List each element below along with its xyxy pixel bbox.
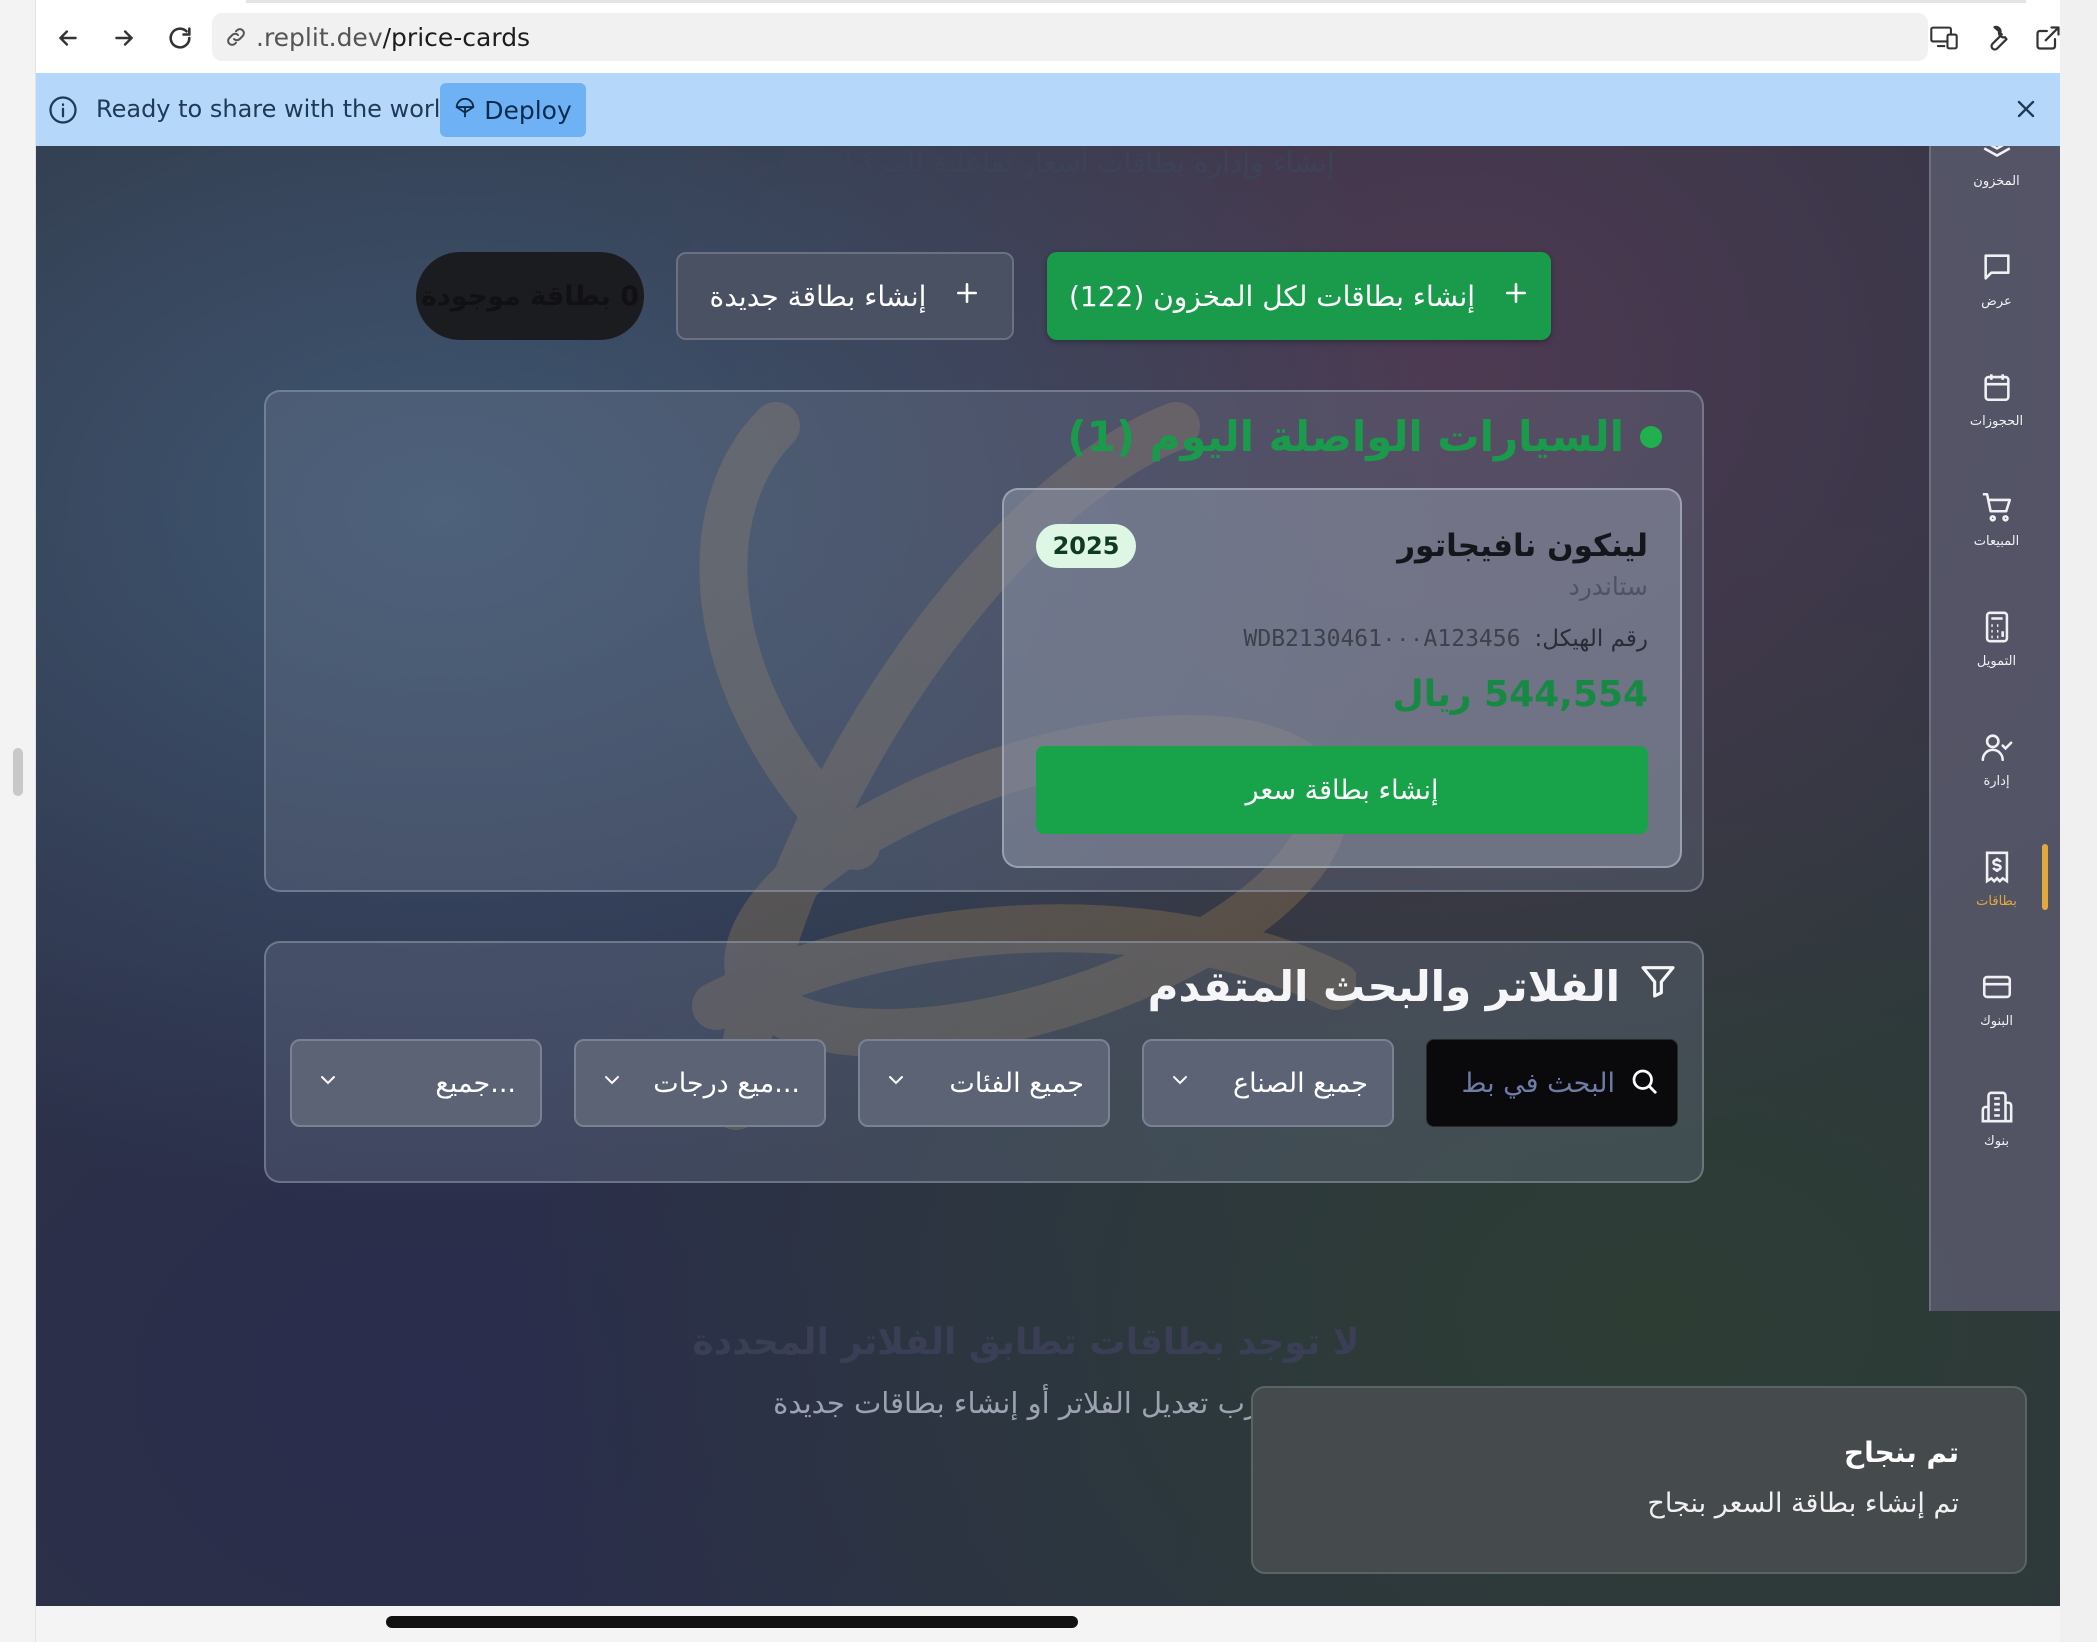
sidebar-item-label: بنوك [1984,1133,2009,1149]
sidebar-item-label: الحجوزات [1969,413,2024,429]
sidebar-item-finance[interactable]: التمويل [1931,584,2060,694]
sidebar-item-bookings[interactable]: الحجوزات [1931,344,2060,454]
sidebar-item-label: المبيعات [1973,533,2020,549]
forward-icon[interactable] [104,18,144,58]
search-icon [1629,1066,1659,1100]
devices-icon[interactable] [1924,18,1964,58]
arrivals-today-panel: السيارات الواصلة اليوم (1) لينكون نافيجا… [264,390,1704,892]
cart-icon [1980,490,2014,528]
select-value: ...ميع درجات [653,1067,800,1099]
empty-state-title: لا توجد بطاقات تطابق الفلاتر المحددة [692,1322,1360,1363]
back-icon[interactable] [48,18,88,58]
search-field[interactable] [1426,1039,1678,1127]
vehicle-card: لينكون نافيجاتور ستاندرد 2025 رقم الهيكل… [1002,488,1682,868]
deploy-label: Deploy [484,95,572,125]
inventory-icon [1980,146,2014,168]
vin-label: رقم الهيكل: [1534,626,1648,652]
sidebar-item-label: البنوك [1980,1013,2013,1029]
arrivals-title: السيارات الواصلة اليوم (1) [1067,412,1624,461]
toast-message: تم إنشاء بطاقة السعر بنجاح [1647,1488,1959,1519]
vin-value: WDB2130461٠٠٠A123456 [1243,626,1521,652]
url-path: /price-cards [382,22,531,52]
sidebar-item-inventory[interactable]: المخزون [1931,146,2060,214]
link-icon [224,25,248,55]
deploy-icon [454,96,476,125]
plus-icon [954,280,980,313]
arrivals-heading: السيارات الواصلة اليوم (1) [1067,412,1662,461]
credit-card-icon [1980,970,2014,1008]
select-value: جميع الصناع [1232,1067,1368,1099]
filters-heading: الفلاتر والبحث المتقدم [1148,961,1678,1011]
sidebar-item-label: التمويل [1976,653,2017,669]
chevron-down-icon [316,1068,340,1099]
vehicle-price: 544,554 ريال [1392,674,1649,715]
select-value: ...جميع [435,1067,516,1099]
info-icon [48,95,78,129]
success-toast[interactable]: تم بنجاح تم إنشاء بطاقة السعر بنجاح [1251,1386,2027,1574]
sidebar-item-label: إدارة [1983,773,2010,789]
filters-title: الفلاتر والبحث المتقدم [1147,961,1620,1011]
left-panel-strip [0,0,36,1642]
browser-toolbar: .replit.dev/price-cards [36,0,2060,73]
chevron-down-icon [600,1068,624,1099]
sidebar-item-sales[interactable]: المبيعات [1931,464,2060,574]
sidebar-item-banks[interactable]: البنوك [1931,944,2060,1054]
trim-level-select[interactable]: ...ميع درجات [574,1039,826,1127]
create-all-inventory-button[interactable]: إنشاء بطاقات لكل المخزون (122) [1047,252,1551,340]
status-dot [1640,425,1662,448]
receipt-icon [1980,850,2014,888]
sidebar-item-label: المخزون [1973,173,2020,189]
select-value: جميع الفئات [949,1067,1084,1099]
resize-handle[interactable] [13,748,23,796]
vin-row: رقم الهيكل: WDB2130461٠٠٠A123456 [1244,626,1648,652]
chevron-down-icon [884,1068,908,1099]
search-input[interactable] [1455,1067,1615,1099]
browser-window: .replit.dev/price-cards Ready to share w… [36,0,2060,1606]
toast-title: تم بنجاح [1843,1436,1959,1469]
sidebar-item-label: بطاقات [1976,893,2017,909]
vehicle-trim: ستاندرد [1568,572,1648,601]
sidebar-item-bank-list[interactable]: بنوك [1931,1064,2060,1174]
url-bar[interactable]: .replit.dev/price-cards [212,13,1928,61]
sidebar-item-cards[interactable]: بطاقات [1931,824,2060,934]
reload-icon[interactable] [160,18,200,58]
tab-strip-line [246,0,2026,3]
calculator-icon [1980,610,2014,648]
active-indicator [2042,844,2048,910]
sidebar-item-label: عرض [1981,293,2012,309]
bank-icon [1980,1090,2014,1128]
plus-icon [1503,280,1529,313]
url-host: .replit.dev [256,22,383,52]
calendar-icon [1980,370,2014,408]
message-icon [1980,250,2014,288]
year-badge: 2025 [1036,524,1136,568]
create-price-card-button[interactable]: إنشاء بطاقة سعر [1036,746,1648,834]
price-cards-page: إنشاء وإدارة بطاقات أسعار تفاعلية للمركب… [36,146,2060,1606]
deploy-banner: Ready to share with the world? Deploy [36,73,2060,146]
banner-message: Ready to share with the world? [96,95,469,123]
sidebar-item-display[interactable]: عرض [1931,224,2060,334]
create-new-card-button[interactable]: إنشاء بطاقة جديدة [676,252,1014,340]
existing-cards-badge: 0 بطاقة موجودة [416,252,644,340]
page-subtitle: إنشاء وإدارة بطاقات أسعار تفاعلية للمركب… [697,146,1335,179]
chevron-down-icon [1168,1068,1192,1099]
scroll-indicator [386,1616,1078,1628]
status-select[interactable]: ...جميع [290,1039,542,1127]
wrench-icon[interactable] [1976,18,2016,58]
vehicle-name: لينكون نافيجاتور [1397,528,1648,564]
screen: .replit.dev/price-cards Ready to share w… [0,0,2097,1642]
create-new-label: إنشاء بطاقة جديدة [709,279,927,313]
manufacturer-select[interactable]: جميع الصناع [1142,1039,1394,1127]
deploy-button[interactable]: Deploy [440,83,586,137]
create-all-label: إنشاء بطاقات لكل المخزون (122) [1068,279,1476,313]
close-icon[interactable] [2012,95,2040,127]
open-external-icon[interactable] [2028,18,2068,58]
app-sidebar: المخزون عرض الحجوزات المبيعات التمويل إد… [1929,146,2060,1311]
filter-icon [1638,961,1678,1011]
category-select[interactable]: جميع الفئات [858,1039,1110,1127]
filters-panel: الفلاتر والبحث المتقدم جميع الصناع جميع … [264,941,1704,1183]
user-check-icon [1980,730,2014,768]
sidebar-item-management[interactable]: إدارة [1931,704,2060,814]
